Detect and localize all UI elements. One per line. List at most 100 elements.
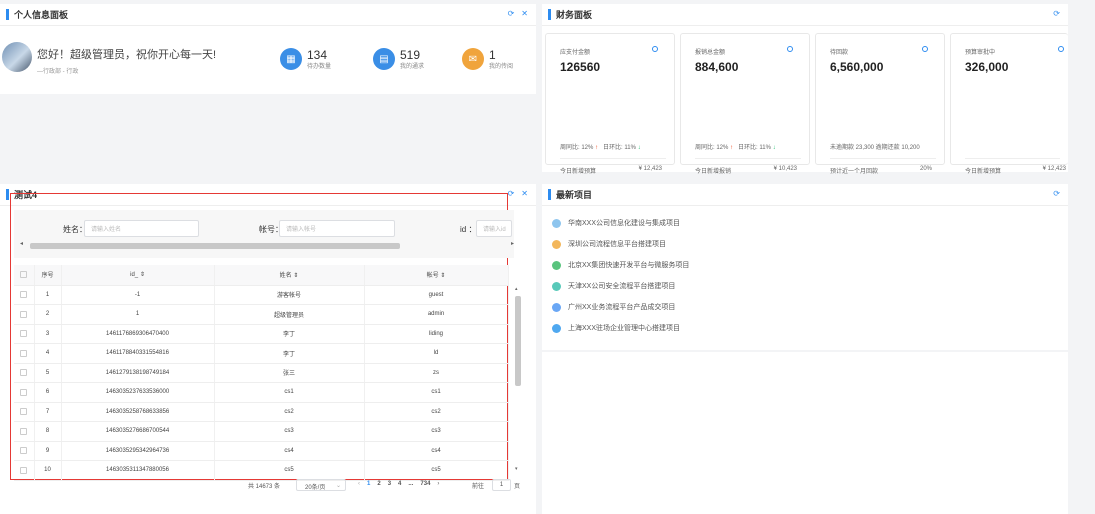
select-all-checkbox[interactable] bbox=[20, 271, 28, 279]
header-checkbox-cell[interactable] bbox=[14, 265, 35, 286]
table-cell: 3 bbox=[34, 324, 62, 344]
row-checkbox-cell[interactable] bbox=[14, 343, 35, 364]
table-cell: -1 bbox=[61, 285, 215, 305]
table-cell: cs4 bbox=[364, 441, 509, 461]
panel-header: 财务面板 ⟳ bbox=[542, 4, 1068, 26]
row-checkbox[interactable] bbox=[20, 330, 28, 338]
project-icon bbox=[552, 218, 561, 228]
table-cell: 4 bbox=[34, 343, 62, 364]
arrow-up-icon: ↑ bbox=[595, 145, 599, 151]
account-input[interactable]: 请输入帐号 bbox=[279, 220, 395, 237]
table-row[interactable]: 8 1463035276686700544 cs3 cs3 bbox=[14, 421, 509, 442]
page-size-select[interactable]: 20条/页 ⌄ bbox=[296, 479, 346, 491]
refresh-icon[interactable]: ⟳ bbox=[1053, 9, 1060, 18]
scroll-left-icon[interactable]: ◂ bbox=[20, 240, 23, 247]
project-item[interactable]: 北京XX集团快速开发平台与微服务项目 bbox=[552, 260, 689, 270]
stat-circulation[interactable]: ✉ 1 我的传阅 bbox=[462, 48, 513, 70]
panel-tools: ⟳ ✕ bbox=[508, 189, 528, 198]
name-input[interactable]: 请输入姓名 bbox=[84, 220, 199, 237]
panel-header: 最新项目 ⟳ bbox=[542, 184, 1068, 206]
card-ratio: 周同比: 12% ↑ 日环比: 11% ↓ bbox=[560, 145, 641, 151]
department-text: —行政部 - 行政 bbox=[37, 69, 79, 75]
scroll-thumb[interactable] bbox=[515, 296, 521, 386]
row-checkbox[interactable] bbox=[20, 291, 28, 299]
id-input[interactable]: 请输入id bbox=[476, 220, 512, 237]
table-row[interactable]: 3 1461176869306470400 李丁 liding bbox=[14, 324, 509, 344]
project-item[interactable]: 上海XXX驻场企业管理中心搭建项目 bbox=[552, 323, 680, 333]
card-title: 报销总金额 bbox=[695, 50, 726, 56]
row-checkbox[interactable] bbox=[20, 388, 28, 396]
page-number[interactable]: 734 bbox=[420, 481, 430, 487]
info-icon[interactable] bbox=[1058, 46, 1064, 52]
page-number[interactable]: ... bbox=[408, 481, 413, 487]
table-cell: 李丁 bbox=[214, 324, 365, 344]
goto-input[interactable]: 1 bbox=[492, 479, 511, 491]
close-icon[interactable]: ✕ bbox=[521, 9, 528, 18]
table-row[interactable]: 2 1 超级管理员 admin bbox=[14, 304, 509, 325]
row-checkbox-cell[interactable] bbox=[14, 304, 35, 325]
table-cell: cs2 bbox=[214, 402, 365, 422]
row-checkbox-cell[interactable] bbox=[14, 460, 35, 481]
project-item[interactable]: 天津XX公司安全流程平台搭建项目 bbox=[552, 281, 675, 291]
page-number[interactable]: 2 bbox=[377, 481, 380, 487]
panel-title: 最新项目 bbox=[556, 190, 593, 200]
card-foot-label: 今日新增预算 bbox=[965, 169, 1002, 175]
info-icon[interactable] bbox=[652, 46, 658, 52]
next-page-icon[interactable]: › bbox=[437, 481, 439, 487]
table-row[interactable]: 6 1463035237633536000 cs1 cs1 bbox=[14, 382, 509, 403]
vertical-scrollbar[interactable]: ▴ ▾ bbox=[514, 286, 522, 472]
prev-page-icon[interactable]: ‹ bbox=[358, 481, 360, 487]
arrow-down-icon: ↓ bbox=[772, 145, 776, 151]
stat-todo[interactable]: ▦ 134 待办数量 bbox=[280, 48, 331, 70]
info-icon[interactable] bbox=[922, 46, 928, 52]
column-header-sortable[interactable]: 帐号 ⇕ bbox=[364, 265, 509, 286]
row-checkbox[interactable] bbox=[20, 408, 28, 416]
row-checkbox[interactable] bbox=[20, 310, 28, 318]
refresh-icon[interactable]: ⟳ bbox=[508, 189, 515, 198]
scroll-right-icon[interactable]: ▸ bbox=[511, 240, 514, 247]
page-size-value: 20条/页 bbox=[305, 485, 326, 491]
accent-bar bbox=[548, 189, 551, 200]
table-cell: 超级管理员 bbox=[214, 304, 365, 325]
project-item[interactable]: 深圳公司流程信息平台搭建项目 bbox=[552, 239, 666, 249]
table-row[interactable]: 7 1463035258768633856 cs2 cs2 bbox=[14, 402, 509, 422]
close-icon[interactable]: ✕ bbox=[521, 189, 528, 198]
row-checkbox[interactable] bbox=[20, 369, 28, 377]
page-number[interactable]: 1 bbox=[367, 481, 370, 487]
info-icon[interactable] bbox=[787, 46, 793, 52]
row-checkbox[interactable] bbox=[20, 447, 28, 455]
scroll-down-icon[interactable]: ▾ bbox=[515, 466, 518, 472]
project-item[interactable]: 广州XX业务流程平台产品成交项目 bbox=[552, 302, 675, 312]
row-checkbox-cell[interactable] bbox=[14, 382, 35, 403]
stat-requests[interactable]: ▤ 519 我的通求 bbox=[373, 48, 424, 70]
refresh-icon[interactable]: ⟳ bbox=[1053, 189, 1060, 198]
page-numbers: 1 2 3 4... 734 bbox=[367, 481, 430, 487]
column-header-sortable[interactable]: 姓名 ⇕ bbox=[214, 265, 365, 286]
row-checkbox[interactable] bbox=[20, 466, 28, 474]
table-row[interactable]: 5 1461279138198749184 张三 zs bbox=[14, 363, 509, 383]
table-row[interactable]: 1 -1 游客帐号 guest bbox=[14, 285, 509, 305]
table-row[interactable]: 9 1463035295342964736 cs4 cs4 bbox=[14, 441, 509, 461]
divider bbox=[695, 158, 801, 159]
row-checkbox-cell[interactable] bbox=[14, 285, 35, 305]
scroll-thumb[interactable] bbox=[30, 243, 400, 249]
row-checkbox-cell[interactable] bbox=[14, 441, 35, 461]
refresh-icon[interactable]: ⟳ bbox=[508, 9, 515, 18]
row-checkbox-cell[interactable] bbox=[14, 363, 35, 383]
table-row[interactable]: 10 1463035311347880056 cs5 cs5 bbox=[14, 460, 509, 481]
page-number[interactable]: 3 bbox=[388, 481, 391, 487]
horizontal-scrollbar[interactable]: ◂ ▸ bbox=[20, 240, 514, 249]
row-checkbox-cell[interactable] bbox=[14, 324, 35, 344]
page-number[interactable]: 4 bbox=[398, 481, 401, 487]
project-label: 广州XX业务流程平台产品成交项目 bbox=[568, 304, 676, 311]
scroll-up-icon[interactable]: ▴ bbox=[515, 286, 518, 292]
row-checkbox-cell[interactable] bbox=[14, 421, 35, 442]
row-checkbox-cell[interactable] bbox=[14, 402, 35, 422]
total-count: 共 14673 条 bbox=[248, 484, 281, 490]
row-checkbox[interactable] bbox=[20, 427, 28, 435]
project-item[interactable]: 华南XXX公司信息化建设与集成项目 bbox=[552, 218, 680, 228]
row-checkbox[interactable] bbox=[20, 349, 28, 357]
column-header-sortable[interactable]: id_ ⇕ bbox=[61, 265, 215, 286]
page-unit: 页 bbox=[514, 484, 521, 490]
table-row[interactable]: 4 1461178840331554816 李丁 ld bbox=[14, 343, 509, 364]
